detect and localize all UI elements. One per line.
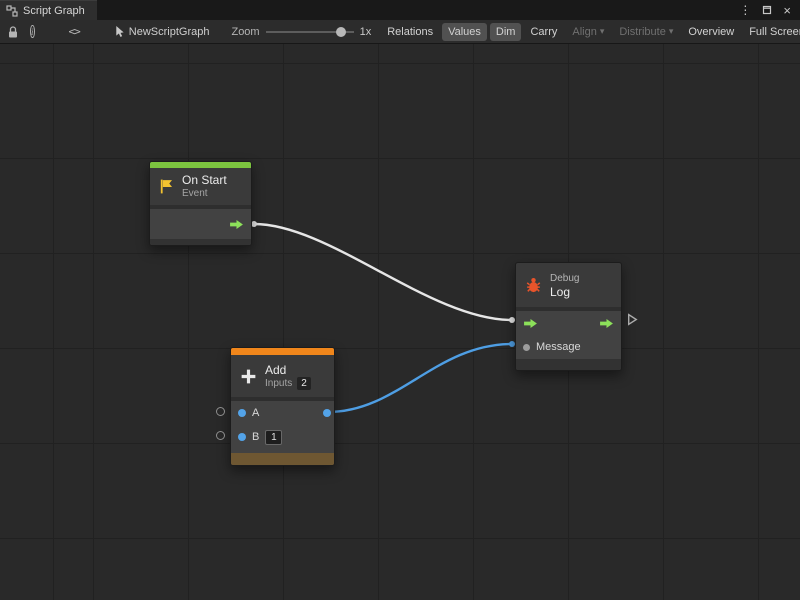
on-start-header: On Start Event (150, 168, 251, 205)
port-b-label: B (252, 431, 259, 443)
node-subtitle: Event (182, 187, 227, 200)
close-icon[interactable]: × (783, 3, 791, 18)
overview-button[interactable]: Overview (682, 23, 740, 41)
window-controls: ⋮ × (739, 0, 800, 20)
port-a-label: A (252, 407, 259, 419)
lock-icon[interactable] (6, 25, 20, 39)
unconnected-port-a[interactable] (216, 407, 225, 416)
message-port-label: Message (536, 341, 581, 353)
node-title: On Start (182, 173, 227, 187)
align-button[interactable]: Align ▾ (566, 23, 610, 41)
flow-output-port[interactable] (599, 318, 614, 329)
zoom-slider-handle[interactable] (336, 27, 346, 37)
wire-flow-onstart-to-log[interactable] (251, 221, 515, 323)
sum-output-port[interactable] (323, 409, 331, 417)
node-debug-log[interactable]: Debug Log Message (515, 262, 622, 371)
bug-icon (524, 276, 543, 295)
trigger-output-row (150, 209, 251, 239)
values-button[interactable]: Values (442, 23, 487, 41)
input-port-b[interactable] (238, 433, 246, 441)
selection-strip (231, 348, 334, 355)
port-row-a: A (231, 401, 334, 425)
script-graph-window: Script Graph ⋮ × i <> (0, 0, 800, 600)
info-icon[interactable]: i (30, 25, 35, 38)
tab-label: Script Graph (23, 5, 85, 17)
unconnected-port-b[interactable] (216, 431, 225, 440)
dim-button[interactable]: Dim (490, 23, 522, 41)
maximize-icon[interactable] (762, 5, 772, 15)
chevron-down-icon: ▾ (600, 26, 605, 37)
carry-button[interactable]: Carry (524, 23, 563, 41)
node-title: Add (265, 363, 311, 377)
relations-button[interactable]: Relations (381, 23, 439, 41)
port-row-b: B (231, 425, 334, 449)
titlebar: Script Graph ⋮ × (0, 0, 800, 20)
input-port-a[interactable] (238, 409, 246, 417)
flow-ports-row (516, 311, 621, 335)
graph-name-label: NewScriptGraph (129, 26, 210, 38)
zoom-slider[interactable] (266, 25, 354, 39)
flow-continuation-triangle-icon (627, 313, 638, 326)
chevron-down-icon: ▾ (669, 26, 674, 37)
node-footer (516, 359, 621, 370)
distribute-label: Distribute (619, 26, 665, 38)
distribute-button[interactable]: Distribute ▾ (613, 23, 679, 41)
node-on-start[interactable]: On Start Event (149, 161, 252, 246)
node-add[interactable]: Add Inputs 2 A B (230, 347, 335, 466)
wires-layer (0, 44, 800, 600)
flag-icon (158, 178, 175, 195)
port-b-value-field[interactable] (265, 430, 282, 445)
wire-value-add-to-message[interactable] (325, 341, 515, 415)
fullscreen-button[interactable]: Full Screen (743, 23, 800, 41)
node-footer-selected (231, 453, 334, 465)
toolbar: i <> NewScriptGraph Zoom 1x Relations Va… (0, 20, 800, 44)
zoom-label: Zoom (231, 26, 259, 38)
align-label: Align (572, 26, 596, 38)
toolbar-buttons: Relations Values Dim Carry Align ▾ Distr… (381, 23, 800, 41)
plus-icon (239, 367, 258, 386)
tab-script-graph[interactable]: Script Graph (0, 0, 97, 20)
flow-input-port[interactable] (523, 318, 538, 329)
message-port-row: Message (516, 335, 621, 359)
add-header: Add Inputs 2 (231, 355, 334, 397)
zoom-value: 1x (360, 26, 372, 38)
menu-kebab-icon[interactable]: ⋮ (739, 3, 751, 17)
debug-log-header: Debug Log (516, 263, 621, 307)
flow-output-port[interactable] (229, 219, 244, 230)
script-graph-icon (6, 5, 18, 17)
node-footer (150, 239, 251, 245)
code-icon[interactable]: <> (69, 25, 80, 38)
graph-canvas[interactable]: On Start Event (0, 44, 800, 600)
node-title: Log (550, 285, 579, 299)
inputs-count-badge: 2 (297, 377, 311, 390)
node-category: Debug (550, 272, 579, 285)
message-input-port[interactable] (523, 344, 530, 351)
node-subtitle: Inputs (265, 377, 292, 390)
graph-breadcrumb[interactable]: NewScriptGraph (114, 25, 210, 38)
graph-pointer-icon (114, 25, 125, 38)
